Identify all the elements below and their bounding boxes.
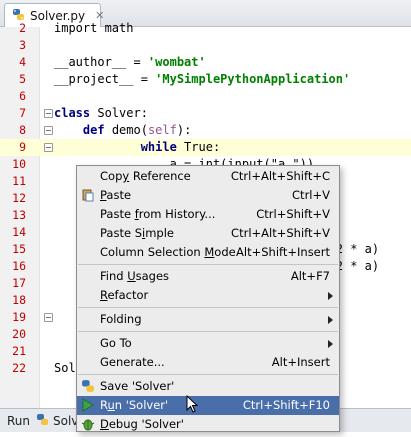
menu-item-refactor[interactable]: Refactor — [77, 286, 339, 305]
menu-item-label: Folding — [100, 312, 142, 326]
line-number: 11 — [12, 174, 26, 188]
code-text: __project__ = 'MySimplePythonApplication… — [54, 72, 351, 86]
menu-item-shortcut: Ctrl+V — [292, 188, 330, 202]
code-text: import math — [54, 21, 134, 35]
menu-item-paste-simple[interactable]: Paste Simple Ctrl+Alt+Shift+V — [77, 224, 339, 243]
menu-item-label: Paste Simple — [100, 226, 174, 240]
line-number: 14 — [12, 225, 26, 239]
menu-item-label: Copy Reference — [100, 169, 191, 183]
menu-item-shortcut: Ctrl+Shift+V — [256, 207, 330, 221]
fold-marker-icon[interactable] — [44, 313, 53, 322]
code-line: 5 __project__ = 'MySimplePythonApplicatio… — [0, 71, 411, 88]
line-number: 20 — [12, 327, 26, 341]
code-line: 7 class Solver: — [0, 105, 411, 122]
code-line: 8 def demo(self): — [0, 122, 411, 139]
menu-item-shortcut: Ctrl+Shift+F10 — [242, 398, 330, 412]
menu-item-debug-solver[interactable]: Debug 'Solver' — [77, 415, 339, 434]
line-number: 6 — [19, 89, 26, 103]
line-number: 16 — [12, 259, 26, 273]
menu-item-copy-reference[interactable]: Copy Reference Ctrl+Alt+Shift+C — [77, 167, 339, 186]
menu-item-label: Paste from History... — [100, 207, 216, 221]
code-line: 9 while True: — [0, 139, 411, 156]
line-number: 21 — [12, 344, 26, 358]
line-number: 3 — [19, 38, 26, 52]
line-number: 18 — [12, 293, 26, 307]
menu-item-shortcut: Alt+F7 — [290, 269, 330, 283]
menu-item-paste[interactable]: Paste Ctrl+V — [77, 186, 339, 205]
code-line: 6 — [0, 88, 411, 105]
editor-context-menu: Copy Reference Ctrl+Alt+Shift+C Paste Ctrl+… — [76, 165, 340, 432]
menu-item-generate[interactable]: Generate... Alt+Insert — [77, 353, 339, 372]
code-line: 2 import math — [0, 20, 411, 37]
submenu-arrow-icon — [328, 340, 333, 348]
menu-item-label: Run 'Solver' — [100, 398, 169, 412]
code-text: def demo(self): — [82, 123, 192, 137]
menu-separator — [78, 264, 338, 265]
submenu-arrow-icon — [328, 316, 333, 324]
line-number: 9 — [19, 140, 26, 154]
menu-item-label: Find Usages — [100, 269, 170, 283]
menu-item-label: Paste — [100, 188, 132, 202]
line-number: 13 — [12, 208, 26, 222]
fold-marker-icon[interactable] — [44, 109, 53, 118]
code-text: Sol — [54, 361, 76, 375]
menu-item-label: Debug 'Solver' — [100, 417, 184, 431]
fold-marker-icon[interactable] — [44, 143, 53, 152]
menu-item-save-solver[interactable]: Save 'Solver' — [77, 377, 339, 396]
debug-icon — [81, 417, 95, 437]
menu-item-column-selection-mode[interactable]: Column Selection Mode Alt+Shift+Insert — [77, 243, 339, 262]
menu-item-paste-from-history[interactable]: Paste from History... Ctrl+Shift+V — [77, 205, 339, 224]
menu-item-label: Generate... — [100, 355, 165, 369]
menu-item-label: Save 'Solver' — [100, 379, 175, 393]
line-number: 22 — [12, 361, 26, 375]
menu-item-folding[interactable]: Folding — [77, 310, 339, 329]
line-number: 2 — [19, 21, 26, 35]
menu-item-shortcut: Alt+Shift+Insert — [236, 245, 330, 259]
menu-item-shortcut: Ctrl+Alt+Shift+V — [231, 226, 330, 240]
line-number: 19 — [12, 310, 26, 324]
code-text: while True: — [140, 140, 221, 154]
submenu-arrow-icon — [328, 292, 333, 300]
menu-item-label: Go To — [100, 336, 132, 350]
menu-item-find-usages[interactable]: Find Usages Alt+F7 — [77, 267, 339, 286]
menu-item-label: Refactor — [100, 288, 149, 302]
line-number: 8 — [19, 123, 26, 137]
line-number: 15 — [12, 242, 26, 256]
line-number: 7 — [19, 106, 26, 120]
line-number: 10 — [12, 157, 26, 171]
line-number: 17 — [12, 276, 26, 290]
code-line: 4 __author__ = 'wombat' — [0, 54, 411, 71]
menu-separator — [78, 331, 338, 332]
run-label: Run — [7, 413, 31, 428]
code-line: 3 — [0, 37, 411, 54]
menu-item-label: Column Selection Mode — [100, 245, 236, 259]
menu-item-shortcut: Ctrl+Alt+Shift+C — [230, 169, 330, 183]
code-text: class Solver: — [54, 106, 148, 120]
line-number: 12 — [12, 191, 26, 205]
menu-item-go-to[interactable]: Go To — [77, 334, 339, 353]
menu-separator — [78, 307, 338, 308]
menu-separator — [78, 374, 338, 375]
menu-item-shortcut: Alt+Insert — [271, 355, 330, 369]
menu-item-run-solver[interactable]: Run 'Solver' Ctrl+Shift+F10 — [77, 396, 339, 415]
fold-marker-icon[interactable] — [44, 126, 53, 135]
code-text: __author__ = 'wombat' — [54, 55, 206, 69]
line-number: 4 — [19, 55, 26, 69]
mouse-cursor-icon — [186, 395, 199, 413]
line-number: 5 — [19, 72, 26, 86]
python-icon — [36, 413, 49, 429]
